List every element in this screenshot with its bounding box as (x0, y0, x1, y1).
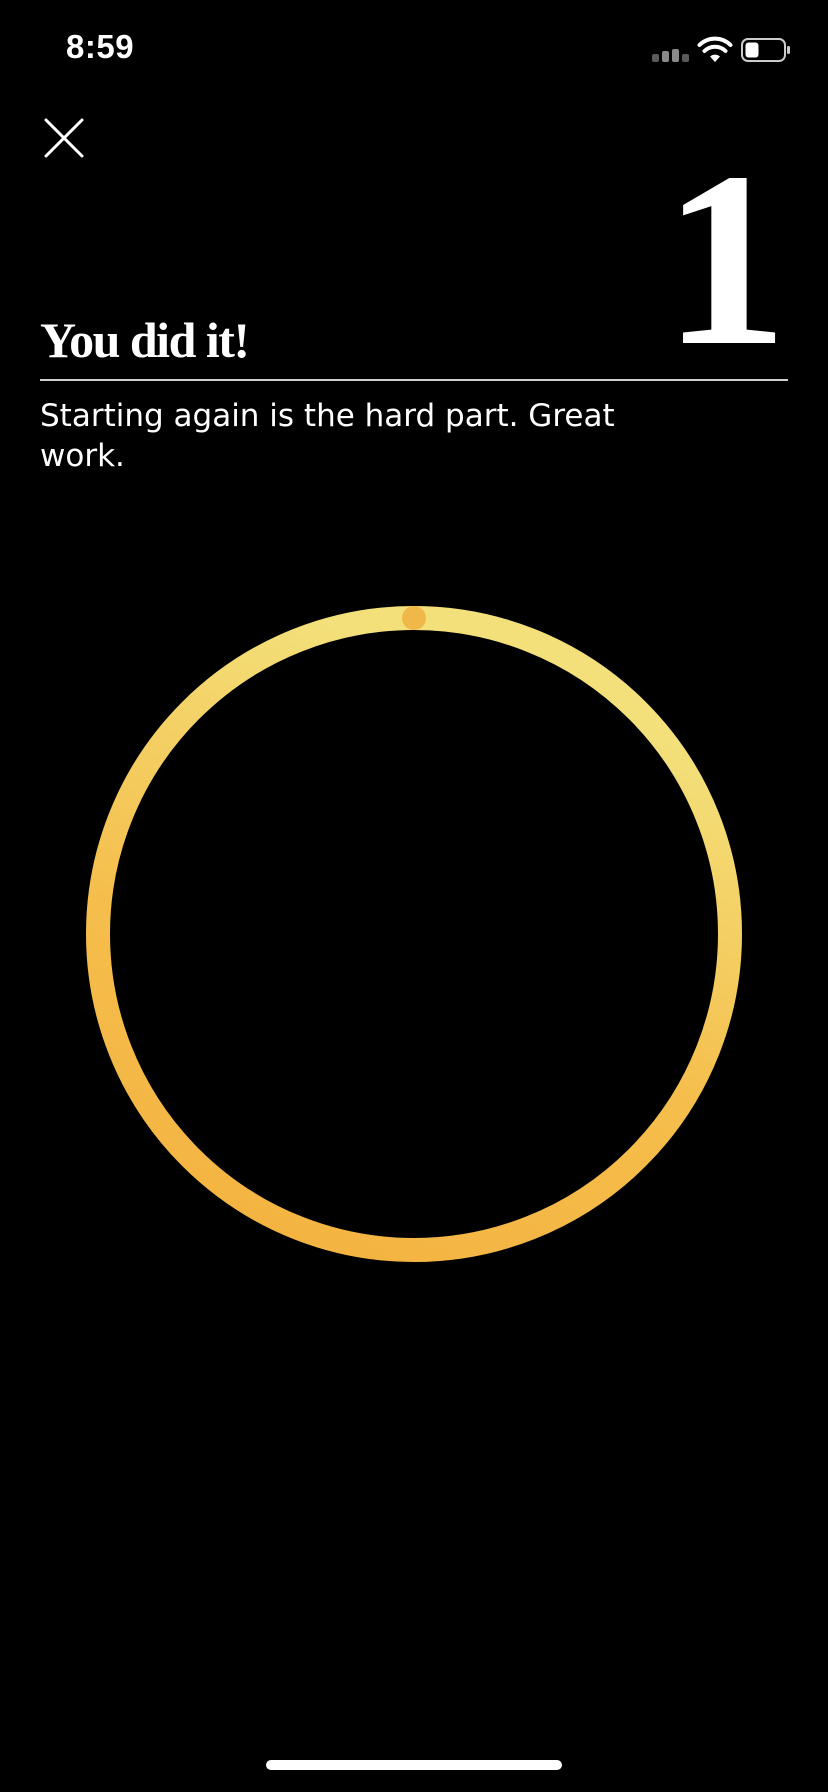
battery-icon (741, 38, 790, 62)
divider (40, 379, 788, 381)
close-icon (44, 118, 84, 158)
wifi-icon (697, 36, 733, 62)
close-button[interactable] (36, 110, 92, 166)
status-time: 8:59 (66, 28, 135, 65)
signal-icon (652, 49, 689, 62)
subtitle: Starting again is the hard part. Great w… (40, 398, 615, 474)
progress-ring-fill (86, 606, 742, 1262)
status-bar: 8:59 (0, 0, 828, 100)
progress-ring-start-cap (402, 606, 426, 630)
progress-ring (86, 606, 742, 1262)
home-indicator[interactable] (266, 1760, 562, 1770)
page-title: You did it! (40, 312, 250, 368)
streak-count: 1 (663, 121, 788, 398)
